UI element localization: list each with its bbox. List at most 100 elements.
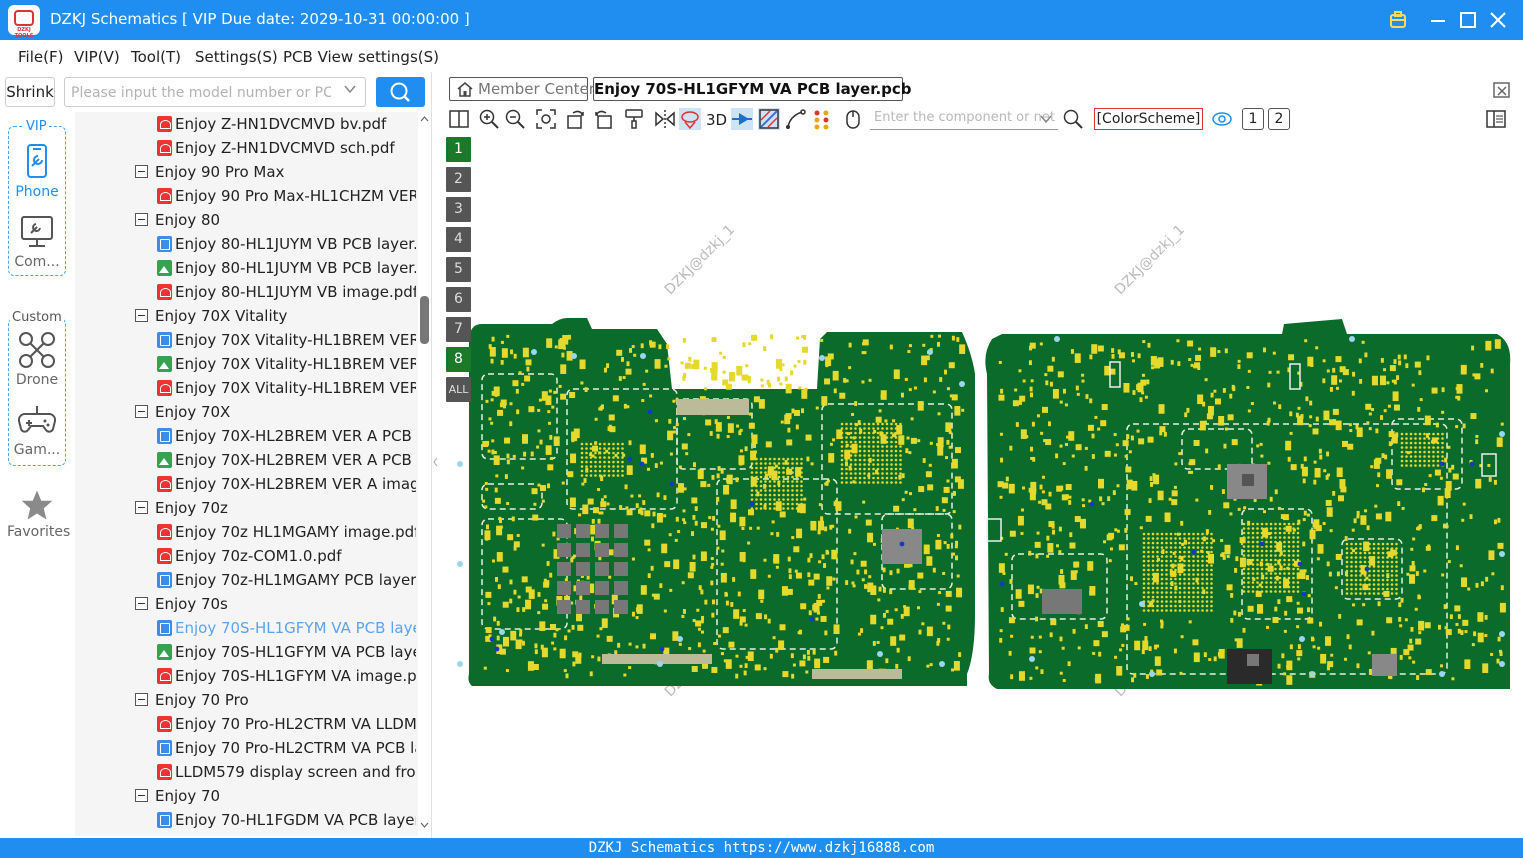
tree-file[interactable]: LLDM579 display screen and front (157, 760, 416, 784)
tree-file[interactable]: Enjoy Z-HN1DVCMVD bv.pdf (157, 112, 416, 136)
tree-file[interactable]: Enjoy 80-HL1JUYM VB PCB layer.sr (157, 256, 416, 280)
tree-folder[interactable]: Enjoy 90 Pro Max (135, 160, 416, 184)
app-window: DZKJ TOOLS DZKJ Schematics [ VIP Due dat… (0, 0, 1523, 858)
diagonal-measure-icon[interactable] (758, 108, 780, 130)
tree-file[interactable]: Enjoy 70X Vitality-HL1BREM VER.B (157, 376, 416, 400)
rail-item-favorites[interactable]: Favorites (7, 488, 71, 540)
tree-scrollbar[interactable] (418, 112, 431, 836)
rail-item-game[interactable]: Gam... (7, 400, 67, 458)
close-tab-icon[interactable] (1492, 80, 1512, 100)
history-icon[interactable] (1386, 8, 1410, 32)
component-search-icon[interactable] (1062, 108, 1084, 130)
tree-folder[interactable]: Enjoy 70z (135, 496, 416, 520)
rail-item-label: Drone (15, 372, 59, 388)
tree-folder[interactable]: Enjoy 70 Pro (135, 688, 416, 712)
tab-member-center[interactable]: Member Center (449, 77, 595, 101)
tree-file[interactable]: Enjoy 70 Pro-HL2CTRM VA LLDM5 (157, 712, 416, 736)
tree-item-label: Enjoy 70S-HL1GFYM VA PCB layer.s (175, 643, 416, 661)
zoom-in-icon[interactable] (478, 108, 500, 130)
maximize-icon[interactable] (1456, 8, 1480, 32)
collapse-icon[interactable] (135, 789, 148, 802)
layer-button-4[interactable]: 4 (446, 227, 471, 252)
layer-button-7[interactable]: 7 (446, 317, 471, 342)
layer-button-8[interactable]: 8 (446, 347, 471, 372)
model-search-input[interactable] (71, 82, 331, 104)
fit-view-icon[interactable] (535, 108, 557, 130)
tree-file[interactable]: Enjoy 90 Pro Max-HL1CHZM VER.E (157, 184, 416, 208)
tree-file[interactable]: Enjoy 70-HL1FGDM VA PCB layer.p (157, 808, 416, 832)
layer-button-3[interactable]: 3 (446, 197, 471, 222)
split-view-icon[interactable] (448, 108, 470, 130)
select-pin-icon[interactable] (731, 108, 753, 130)
tree-file[interactable]: Enjoy 70X Vitality-HL1BREM VER.B (157, 352, 416, 376)
menu-file[interactable]: File(F) (18, 48, 63, 66)
collapse-icon[interactable] (135, 405, 148, 418)
tree-file[interactable]: Enjoy 70X Vitality-HL1BREM VER.B (157, 328, 416, 352)
collapse-icon[interactable] (135, 501, 148, 514)
layer-button-5[interactable]: 5 (446, 257, 471, 282)
tree-folder[interactable]: Enjoy 70s (135, 592, 416, 616)
menu-tool[interactable]: Tool(T) (131, 48, 181, 66)
pins-grid-icon[interactable] (811, 108, 833, 130)
layer-button-1[interactable]: 1 (446, 137, 471, 162)
collapse-icon[interactable] (135, 309, 148, 322)
view-3d-button[interactable]: 3D (706, 111, 727, 129)
tree-file[interactable]: Enjoy 70z-HL1MGAMY PCB layer.p (157, 568, 416, 592)
tree-file[interactable]: Enjoy 70z HL1MGAMY image.pdf (157, 520, 416, 544)
zoom-out-icon[interactable] (504, 108, 526, 130)
tree-file[interactable]: Enjoy 70S-HL1GFYM VA PCB layer.s (157, 640, 416, 664)
shrink-button[interactable]: Shrink (5, 77, 55, 107)
collapse-icon[interactable] (135, 693, 148, 706)
collapse-icon[interactable] (135, 597, 148, 610)
tree-file[interactable]: Enjoy 70z-COM1.0.pdf (157, 544, 416, 568)
mirror-icon[interactable] (654, 108, 676, 130)
tree-file[interactable]: Enjoy 70X-HL2BREM VER A image. (157, 472, 416, 496)
rotate-right-icon[interactable] (592, 108, 614, 130)
tree-file[interactable]: Enjoy Z-HN1DVCMVD sch.pdf (157, 136, 416, 160)
menu-settings[interactable]: Settings(S) (195, 48, 278, 66)
rail-item-computer[interactable]: Com... (7, 212, 67, 270)
close-icon[interactable] (1486, 8, 1510, 32)
tree-folder[interactable]: Enjoy 70 (135, 784, 416, 808)
paint-brush-icon[interactable] (623, 108, 645, 130)
tree-folder[interactable]: Enjoy 70X Vitality (135, 304, 416, 328)
tree-folder[interactable]: Enjoy 70X (135, 400, 416, 424)
panel-splitter[interactable] (431, 72, 441, 838)
component-search-input[interactable]: Enter the component or net (870, 108, 1058, 130)
rotate-left-icon[interactable] (565, 108, 587, 130)
minimize-icon[interactable] (1426, 8, 1450, 32)
layer-button-6[interactable]: 6 (446, 287, 471, 312)
rail-item-label: Favorites (7, 524, 71, 540)
rail-item-drone[interactable]: Drone (7, 330, 67, 388)
collapse-icon[interactable] (135, 165, 148, 178)
tree-file[interactable]: Enjoy 70X-HL2BREM VER A PCB lay (157, 448, 416, 472)
search-button[interactable] (376, 77, 425, 107)
eye-icon[interactable] (1211, 108, 1233, 130)
tree-folder[interactable]: Enjoy 80 (135, 208, 416, 232)
panel-toggle-icon[interactable] (1485, 108, 1507, 130)
trace-icon[interactable] (785, 108, 807, 130)
view-button-1[interactable]: 1 (1242, 108, 1264, 130)
menu-vip[interactable]: VIP(V) (74, 48, 120, 66)
layer-button-all[interactable]: ALL (446, 377, 471, 402)
mouse-icon[interactable] (842, 108, 864, 130)
tree-file[interactable]: Enjoy 80-HL1JUYM VB PCB layer.pc (157, 232, 416, 256)
layer-button-2[interactable]: 2 (446, 167, 471, 192)
color-scheme-button[interactable]: [ColorScheme] (1094, 108, 1203, 130)
tree-file[interactable]: Enjoy 80-HL1JUYM VB image.pdf (157, 280, 416, 304)
tab-active-file[interactable]: Enjoy 70S-HL1GFYM VA PCB layer.pcb (593, 77, 912, 101)
tree-scrollbar-thumb[interactable] (420, 296, 429, 344)
view-button-2[interactable]: 2 (1268, 108, 1290, 130)
collapse-icon[interactable] (135, 213, 148, 226)
highlight-net-icon[interactable] (679, 108, 701, 130)
tree-file[interactable]: Enjoy 70 Pro-HL2CTRM VA PCB lay (157, 736, 416, 760)
tree-file[interactable]: Enjoy 70X-HL2BREM VER A PCB lay (157, 424, 416, 448)
rail-item-phone[interactable]: Phone (7, 142, 67, 200)
pcb-file-icon (157, 740, 172, 756)
pcb-canvas[interactable]: DZKJ@dzkj_1 DZKJ@dzkj_1 DZKJ@dzkj_1 DZKJ… (442, 134, 1523, 838)
chevron-down-icon[interactable] (343, 82, 357, 100)
menu-pcb-view-settings[interactable]: PCB View settings(S) (283, 48, 439, 66)
tree-file[interactable]: Enjoy 70S-HL1GFYM VA PCB layer. (157, 616, 416, 640)
chevron-down-icon[interactable] (1040, 113, 1052, 125)
tree-file[interactable]: Enjoy 70S-HL1GFYM VA image.pdf (157, 664, 416, 688)
